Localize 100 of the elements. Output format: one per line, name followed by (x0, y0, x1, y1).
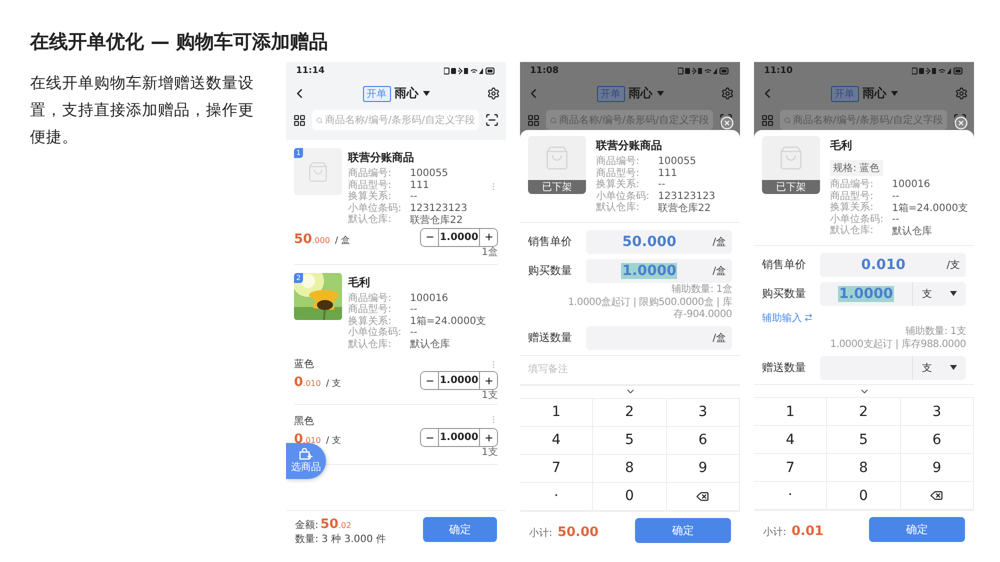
store-name[interactable]: 雨心 (394, 85, 418, 102)
price-unit: / 支 (326, 436, 341, 446)
keypad-key[interactable]: 1 (520, 398, 594, 426)
page-title: 在线开单优化 — 购物车可添加赠品 (30, 30, 328, 55)
caret-icon (950, 365, 957, 370)
product-name: 联营分账商品 (348, 150, 415, 165)
keypad-key[interactable]: 7 (520, 454, 594, 482)
field-label: 小单位条码: (348, 202, 402, 214)
field-label: 商品型号: (348, 304, 392, 316)
quantity-field[interactable]: 1.0000 支 (820, 282, 966, 306)
field-label: 换算关系: (596, 179, 640, 190)
price: 0.010 (294, 374, 321, 390)
field-label: 商品编号: (596, 156, 640, 168)
quantity-stepper[interactable]: 1.0000 (420, 371, 498, 390)
keypad-key[interactable]: 3 (666, 398, 740, 426)
quantity-field[interactable]: 1.0000 /盒 (586, 258, 732, 282)
status-time: 11:14 (296, 66, 325, 76)
backspace-key[interactable] (666, 482, 740, 510)
quantity-stepper[interactable]: 1.0000 (420, 228, 498, 246)
price-label: 销售单价 (762, 257, 807, 272)
plus-icon (484, 432, 494, 442)
keypad-key[interactable]: 3 (900, 398, 974, 426)
keypad-key[interactable]: 0 (593, 482, 667, 510)
keypad-key[interactable]: 6 (900, 426, 974, 454)
field-value: -- (410, 327, 418, 338)
grid-icon[interactable] (293, 114, 306, 126)
keypad-key[interactable]: 5 (593, 426, 667, 454)
keypad-key[interactable]: 4 (754, 426, 828, 454)
store-name[interactable]: 雨心 (628, 85, 652, 102)
keypad-key[interactable]: 0 (827, 482, 901, 510)
field-label: 小单位条码: (596, 190, 650, 202)
gift-quantity-field[interactable]: 支 (820, 356, 966, 380)
field-value: 默认仓库 (892, 224, 932, 238)
keypad-key[interactable]: 9 (666, 454, 740, 482)
status-icons-drawing (912, 67, 964, 75)
field-value: -- (410, 304, 418, 316)
keypad-key[interactable]: 6 (666, 426, 740, 454)
subtotal-label: 小计: (529, 528, 552, 538)
field-value: 100055 (658, 156, 696, 168)
product-name: 毛利 (830, 138, 853, 153)
field-value: 123123123 (658, 190, 716, 202)
spec-tag: 规格: 蓝色 (830, 160, 883, 176)
caret-icon (950, 291, 957, 296)
price-label: 销售单价 (528, 234, 573, 249)
caret-icon (656, 91, 664, 96)
field-label: 默认仓库: (830, 225, 874, 236)
keypad-key[interactable]: 1 (754, 398, 828, 426)
unit-label: /支 (946, 258, 961, 272)
field-value: 联营仓库22 (410, 214, 463, 227)
subtotal-value: 0.01 (791, 524, 824, 539)
field-value: 100055 (410, 168, 448, 180)
helper-input-link[interactable]: 辅助输入 (762, 310, 813, 324)
confirm-button[interactable]: 确定 (423, 517, 497, 542)
quantity-note: 辅助数量: 1盒 (670, 284, 732, 296)
quantity-note: 辅助数量: 1支 (904, 326, 966, 338)
order-tag: 开单 (596, 86, 624, 102)
price: 50.000 (294, 230, 330, 246)
variant-name: 黑色 (294, 415, 314, 428)
price-field[interactable]: 50.000 /盒 (586, 230, 732, 254)
status-time: 11:08 (530, 66, 559, 76)
keypad-key[interactable]: 7 (754, 454, 828, 482)
product-name: 联营分账商品 (596, 138, 663, 153)
keypad-key[interactable]: 2 (827, 398, 901, 426)
keypad-key[interactable]: 8 (827, 454, 901, 482)
search-icon (316, 116, 323, 124)
quantity-note: 1盒 (482, 246, 498, 258)
unit-dropdown[interactable]: 支 (912, 282, 966, 306)
backspace-key[interactable] (900, 482, 974, 510)
field-value: 1箱=24.0000支 (410, 314, 486, 328)
settings-icon[interactable] (487, 87, 500, 100)
field-label: 商品型号: (596, 168, 640, 178)
keypad-key[interactable]: . (520, 482, 594, 510)
backspace-icon (696, 490, 710, 502)
confirm-button[interactable]: 确定 (869, 517, 965, 542)
quantity-stepper[interactable]: 1.0000 (420, 428, 498, 447)
delisted-label: 已下架 (762, 180, 820, 194)
keypad-key[interactable]: 2 (593, 398, 667, 426)
unit-dropdown[interactable]: 支 (912, 356, 966, 380)
subtotal-label: 小计: (763, 527, 786, 538)
swap-icon (804, 313, 813, 322)
confirm-button[interactable]: 确定 (635, 518, 731, 542)
keypad-key[interactable]: 4 (520, 426, 594, 454)
keypad-key[interactable]: 8 (593, 454, 667, 482)
bag-icon (778, 145, 804, 171)
scan-icon[interactable] (485, 113, 499, 127)
field-label: 换算关系: (830, 202, 874, 214)
field-value: -- (410, 191, 418, 202)
status-icons-drawing (678, 67, 730, 75)
plus-icon (484, 376, 494, 386)
field-label: 换算关系: (348, 191, 392, 202)
quantity-label: 购买数量 (762, 286, 807, 301)
store-name[interactable]: 雨心 (862, 85, 886, 102)
keypad-key[interactable]: 9 (900, 454, 974, 482)
keypad-key[interactable]: 5 (827, 426, 901, 454)
keypad-key[interactable]: . (754, 482, 828, 510)
order-tag: 开单 (362, 86, 390, 102)
gift-quantity-field[interactable]: /盒 (586, 326, 732, 350)
backspace-icon (930, 489, 944, 502)
price-field[interactable]: 0.010 /支 (820, 252, 966, 276)
field-label: 商品编号: (830, 179, 874, 190)
